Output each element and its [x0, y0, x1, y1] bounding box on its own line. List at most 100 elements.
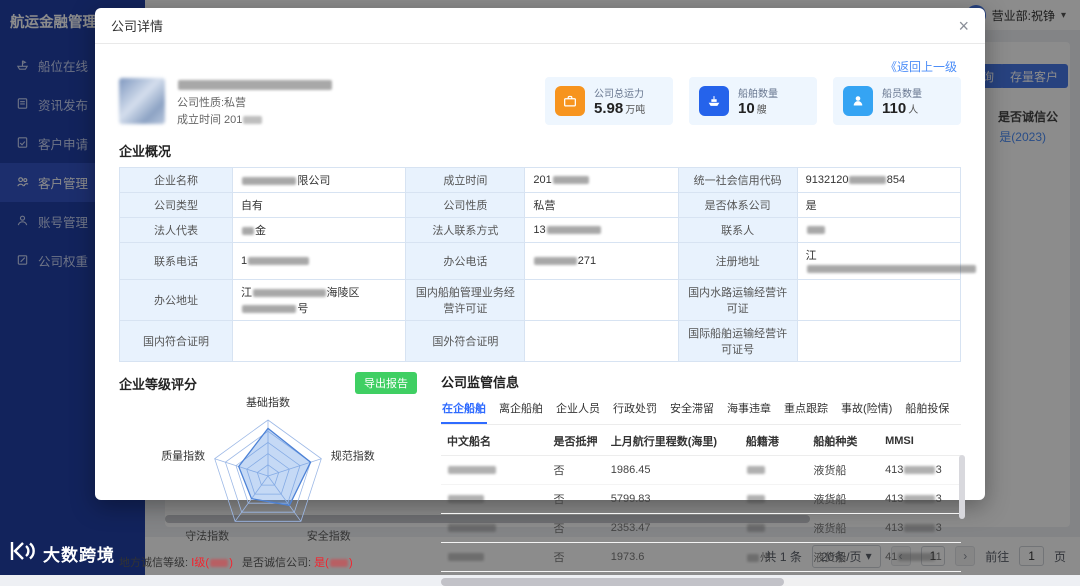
field-value: 1: [231, 242, 407, 280]
field-label: 国内水路运输经营许可证: [677, 279, 798, 321]
table-row: 联系电话 1 办公电话 271 注册地址江: [119, 242, 976, 280]
field-value: 201: [524, 167, 679, 193]
brand-text: 大数跨境: [43, 546, 115, 565]
bottom-section: 企业等级评分 导出报告 基础指数规范指数安全指数 守法指数 质量指数 地方诚信等级:…: [119, 372, 965, 586]
svg-text:质量指数: 质量指数: [161, 449, 205, 463]
field-value: 私营: [524, 192, 679, 218]
overview-table: 企业名称 限公司 成立时间 201 统一社会信用代码 9132120 854 公司类型自…: [119, 167, 976, 362]
close-icon[interactable]: ×: [958, 17, 969, 35]
overview-title: 企业概况: [119, 144, 172, 159]
tab-penalties[interactable]: 行政处罚: [612, 395, 658, 424]
rating-title: 企业等级评分: [119, 376, 198, 392]
brand-watermark: 大数跨境: [8, 540, 115, 567]
ships-vertical-scrollbar[interactable]: [959, 455, 965, 519]
company-logo: [119, 78, 165, 124]
tab-active-ships[interactable]: 在企船舶: [441, 395, 487, 424]
stat-label: 公司总运力: [594, 89, 644, 100]
field-label: 国内船舶管理业务经营许可证: [405, 279, 526, 321]
table-row: 否 1973.6 州液货船 41 1: [441, 542, 961, 572]
ships-table: 中文船名 是否抵押 上月航行里程数(海里) 船籍港 船舶种类 MMSI 否 198…: [441, 427, 961, 572]
company-founded: 成立时间 201: [177, 112, 333, 129]
company-summary: 公司性质:私营 成立时间 201 公司总运力 5.98万吨 船舶数量 10艘: [119, 74, 961, 128]
table-row: 企业名称 限公司 成立时间 201 统一社会信用代码 9132120 854: [119, 167, 962, 193]
credit-local-value: Ⅰ级(): [191, 557, 233, 569]
field-value: [796, 217, 962, 243]
field-value: 自有: [231, 192, 407, 218]
col-ship-name: 中文船名: [441, 427, 548, 456]
table-row: 办公地址江海陵区号 国内船舶管理业务经营许可证 国内水路运输经营许可证: [119, 279, 962, 321]
field-value: 江海陵区号: [231, 279, 407, 321]
field-label: 是否体系公司: [677, 192, 798, 218]
field-value: [796, 320, 962, 362]
stat-value: 5.98 万吨: [594, 100, 646, 117]
col-mortgaged: 是否抵押: [547, 427, 605, 456]
stat-card-capacity: 公司总运力 5.98 万吨: [545, 77, 673, 125]
ship-count-icon: [699, 86, 729, 116]
field-label: 统一社会信用代码: [677, 167, 798, 193]
field-value: 271: [524, 242, 679, 280]
svg-text:规范指数: 规范指数: [331, 449, 375, 463]
table-row: 公司类型 自有 公司性质 私营 是否体系公司是: [119, 192, 962, 218]
regulatory-title: 公司监管信息: [441, 375, 520, 390]
svg-text:守法指数: 守法指数: [185, 528, 229, 542]
credit-company-label: 是否诚信公司:: [242, 557, 312, 569]
field-label: 法人代表: [119, 217, 233, 243]
field-value: 是: [796, 192, 962, 218]
field-label: 国际船舶运输经营许可证号: [677, 320, 798, 362]
ships-horizontal-scrollbar[interactable]: [441, 578, 961, 586]
field-value: [796, 279, 962, 321]
tab-key-tracking[interactable]: 重点跟踪: [783, 395, 829, 424]
company-meta: 公司性质:私营 成立时间 201: [177, 74, 333, 128]
svg-text:安全指数: 安全指数: [307, 528, 351, 542]
col-mmsi: MMSI: [879, 427, 961, 456]
col-mileage: 上月航行里程数(海里): [604, 427, 740, 456]
field-label: 公司类型: [119, 192, 233, 218]
stat-value: 10 艘: [738, 100, 767, 117]
tab-accidents[interactable]: 事故(险情): [840, 395, 893, 424]
stat-value: 110 人: [882, 100, 919, 117]
field-label: 国外符合证明: [405, 320, 526, 362]
credit-local-label: 地方诚信等级:: [119, 557, 189, 569]
table-row: 法人代表金 法人联系方式 13 联系人: [119, 217, 962, 243]
svg-text:基础指数: 基础指数: [246, 395, 290, 409]
scrollbar-thumb[interactable]: [441, 578, 785, 586]
modal-body: 《返回上一级 公司性质:私营 成立时间 201 公司总运力 5.98 万吨 船舶…: [95, 44, 985, 586]
field-label: 办公地址: [119, 279, 233, 321]
stat-cards: 公司总运力 5.98 万吨 船舶数量 10 艘 船员数量 110 人: [545, 77, 961, 125]
field-value: 9132120 854: [796, 167, 962, 193]
col-port: 船籍港: [739, 427, 808, 456]
credit-company-value: 是(): [314, 557, 353, 569]
field-value: 金: [231, 217, 407, 243]
ships-table-wrap: 中文船名 是否抵押 上月航行里程数(海里) 船籍港 船舶种类 MMSI 否 198…: [441, 427, 965, 586]
col-ship-type: 船舶种类: [807, 427, 880, 456]
field-value: 限公司: [231, 167, 407, 193]
stat-card-crew: 船员数量 110 人: [833, 77, 961, 125]
export-report-button[interactable]: 导出报告: [355, 372, 417, 394]
tab-insurance[interactable]: 船舶投保: [904, 395, 950, 424]
field-label: 法人联系方式: [405, 217, 526, 243]
capacity-icon: [555, 86, 585, 116]
tab-personnel[interactable]: 企业人员: [555, 395, 601, 424]
field-label: 公司性质: [405, 192, 526, 218]
modal-header: 公司详情 ×: [95, 8, 985, 44]
company-name: [177, 74, 333, 95]
stat-label: 船舶数量: [738, 89, 778, 100]
field-value: [524, 279, 679, 321]
table-row: 国内符合证明 国外符合证明 国际船舶运输经营许可证号: [119, 320, 962, 362]
rating-section: 企业等级评分 导出报告 基础指数规范指数安全指数 守法指数 质量指数 地方诚信等级:…: [119, 372, 417, 586]
tab-detention[interactable]: 安全滞留: [669, 395, 715, 424]
table-row: 否 1986.45 液货船 413 3: [441, 455, 961, 485]
table-row: 否 5799.83 液货船 413 3: [441, 484, 961, 514]
table-header-row: 中文船名 是否抵押 上月航行里程数(海里) 船籍港 船舶种类 MMSI: [441, 427, 961, 456]
back-link[interactable]: 《返回上一级: [885, 58, 957, 75]
field-value: [231, 320, 407, 362]
table-row: 否 2353.47 液货船 413 3: [441, 513, 961, 543]
crew-icon: [843, 86, 873, 116]
tab-departed-ships[interactable]: 离企船舶: [498, 395, 544, 424]
company-detail-modal: 公司详情 × 《返回上一级 公司性质:私营 成立时间 201 公司总运力 5.9…: [95, 8, 985, 586]
company-nature: 公司性质:私营: [177, 97, 247, 109]
tab-maritime-violations[interactable]: 海事违章: [726, 395, 772, 424]
field-label: 办公电话: [405, 242, 526, 280]
field-label: 联系电话: [119, 242, 233, 280]
stat-card-ships: 船舶数量 10 艘: [689, 77, 817, 125]
